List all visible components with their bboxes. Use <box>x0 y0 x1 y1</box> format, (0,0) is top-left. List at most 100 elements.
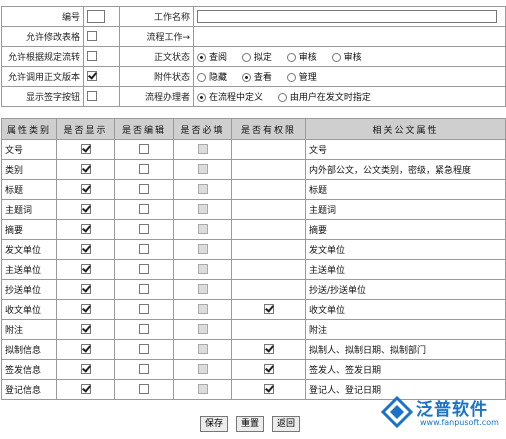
permission-checkbox[interactable] <box>263 384 274 395</box>
work-name-input[interactable] <box>197 10 497 23</box>
field-name: 主送单位 <box>1 259 57 280</box>
edit-checkbox[interactable] <box>139 144 149 155</box>
edit-checkbox[interactable] <box>139 184 149 195</box>
table-row: 标题 标题 <box>1 179 506 200</box>
required-checkbox <box>197 184 208 195</box>
edit-checkbox[interactable] <box>139 244 149 255</box>
table-row: 拟制信息 拟制人、拟制日期、拟制部门 <box>1 339 506 360</box>
save-button[interactable]: 保存 <box>200 416 229 432</box>
back-button[interactable]: 返回 <box>272 416 301 432</box>
show-checkbox[interactable] <box>80 284 91 295</box>
table-row: 收文单位 收文单位 <box>1 299 506 320</box>
permission-checkbox[interactable] <box>263 344 274 355</box>
show-sign-button-checkbox[interactable] <box>87 91 97 102</box>
required-checkbox <box>197 284 208 295</box>
field-name: 文号 <box>1 139 57 160</box>
col-header-required: 是否必填 <box>173 118 232 140</box>
fanpu-logo-icon <box>380 395 414 429</box>
flow-handler-options: 在流程中定义 由用户在发文时指定 <box>193 86 506 107</box>
table-row: 发文单位 发文单位 <box>1 239 506 260</box>
show-checkbox[interactable] <box>80 244 91 255</box>
body-status-radio-3[interactable] <box>286 53 296 62</box>
flow-handler-radio-1[interactable] <box>197 93 206 102</box>
permission-checkbox[interactable] <box>263 364 274 375</box>
show-checkbox[interactable] <box>80 264 91 275</box>
edit-checkbox[interactable] <box>139 324 149 335</box>
allow-body-version-checkbox[interactable] <box>87 71 97 82</box>
body-status-radio-4[interactable] <box>331 53 341 62</box>
edit-checkbox[interactable] <box>139 364 149 375</box>
edit-checkbox[interactable] <box>139 204 149 215</box>
attachment-status-radio-1[interactable] <box>197 73 206 82</box>
show-checkbox[interactable] <box>80 224 91 235</box>
allow-flow-rule-checkbox[interactable] <box>87 51 97 62</box>
show-checkbox[interactable] <box>80 344 91 355</box>
related-attribute: 抄送/抄送单位 <box>305 279 506 300</box>
body-status-label: 正文状态 <box>119 46 194 67</box>
edit-checkbox[interactable] <box>139 264 149 275</box>
related-attribute: 内外部公文，公文类别，密级，紧急程度 <box>305 159 506 180</box>
related-attribute: 附注 <box>305 319 506 340</box>
field-name: 登记信息 <box>1 379 57 400</box>
show-checkbox[interactable] <box>80 304 91 315</box>
required-checkbox <box>197 344 208 355</box>
table-row: 抄送单位 抄送/抄送单位 <box>1 279 506 300</box>
related-attribute: 拟制人、拟制日期、拟制部门 <box>305 339 506 360</box>
col-header-edit: 是否编辑 <box>114 118 174 140</box>
body-status-radio-2[interactable] <box>241 53 251 62</box>
reset-button[interactable]: 重置 <box>236 416 265 432</box>
edit-checkbox[interactable] <box>139 284 149 295</box>
required-checkbox <box>197 204 208 215</box>
show-checkbox[interactable] <box>80 324 91 335</box>
work-name-label: 工作名称 <box>119 6 194 27</box>
edit-checkbox[interactable] <box>139 304 149 315</box>
show-checkbox[interactable] <box>80 364 91 375</box>
serial-input[interactable] <box>87 10 105 23</box>
field-name: 签发信息 <box>1 359 57 380</box>
field-name: 类别 <box>1 159 57 180</box>
table-row: 文号 文号 <box>1 139 506 160</box>
flow-handler-radio-2[interactable] <box>277 93 287 102</box>
show-checkbox[interactable] <box>80 184 91 195</box>
flow-handler-label: 流程办理者 <box>119 86 194 107</box>
edit-checkbox[interactable] <box>139 224 149 235</box>
show-sign-button-label: 显示签字按钮 <box>1 86 84 107</box>
table-header-row: 属性类别 是否显示 是否编辑 是否必填 是否有权限 相关公文属性 <box>1 118 506 140</box>
related-attribute: 标题 <box>305 179 506 200</box>
field-name: 抄送单位 <box>1 279 57 300</box>
table-row: 主题词 主题词 <box>1 199 506 220</box>
show-checkbox[interactable] <box>80 204 91 215</box>
flow-handler-option-label: 在流程中定义 <box>209 93 264 103</box>
attachment-status-radio-3[interactable] <box>286 73 296 82</box>
permission-checkbox[interactable] <box>263 304 274 315</box>
edit-checkbox[interactable] <box>139 164 149 175</box>
show-checkbox[interactable] <box>80 384 91 395</box>
attachment-status-option-label: 管理 <box>298 73 317 83</box>
allow-edit-form-checkbox[interactable] <box>87 31 97 42</box>
flow-handler-option-label: 由用户在发文时指定 <box>289 93 371 103</box>
attachment-status-radio-2[interactable] <box>241 73 251 82</box>
field-permissions-table: 属性类别 是否显示 是否编辑 是否必填 是否有权限 相关公文属性 文号 文号 类别 内… <box>1 118 506 400</box>
body-status-option-label: 审核 <box>298 53 317 63</box>
field-name: 发文单位 <box>1 239 57 260</box>
related-attribute: 文号 <box>305 139 506 160</box>
show-checkbox[interactable] <box>80 144 91 155</box>
workflow-link-label[interactable]: 流程工作→ <box>119 26 194 47</box>
body-status-option-label: 查阅 <box>209 53 228 63</box>
brand-name: 泛普软件 <box>416 400 488 420</box>
related-attribute: 摘要 <box>305 219 506 240</box>
required-checkbox <box>197 244 208 255</box>
attachment-status-label: 附件状态 <box>119 66 194 87</box>
body-status-option-label: 拟定 <box>253 53 272 63</box>
body-status-radio-1[interactable] <box>197 53 206 62</box>
edit-checkbox[interactable] <box>139 384 149 395</box>
edit-checkbox[interactable] <box>139 344 149 355</box>
required-checkbox <box>197 164 208 175</box>
attachment-status-option-label: 隐藏 <box>209 73 228 83</box>
col-header-category: 属性类别 <box>1 118 57 140</box>
required-checkbox <box>197 324 208 335</box>
col-header-show: 是否显示 <box>56 118 115 140</box>
body-status-option-label: 审核 <box>343 53 362 63</box>
related-attribute: 主题词 <box>305 199 506 220</box>
show-checkbox[interactable] <box>80 164 91 175</box>
